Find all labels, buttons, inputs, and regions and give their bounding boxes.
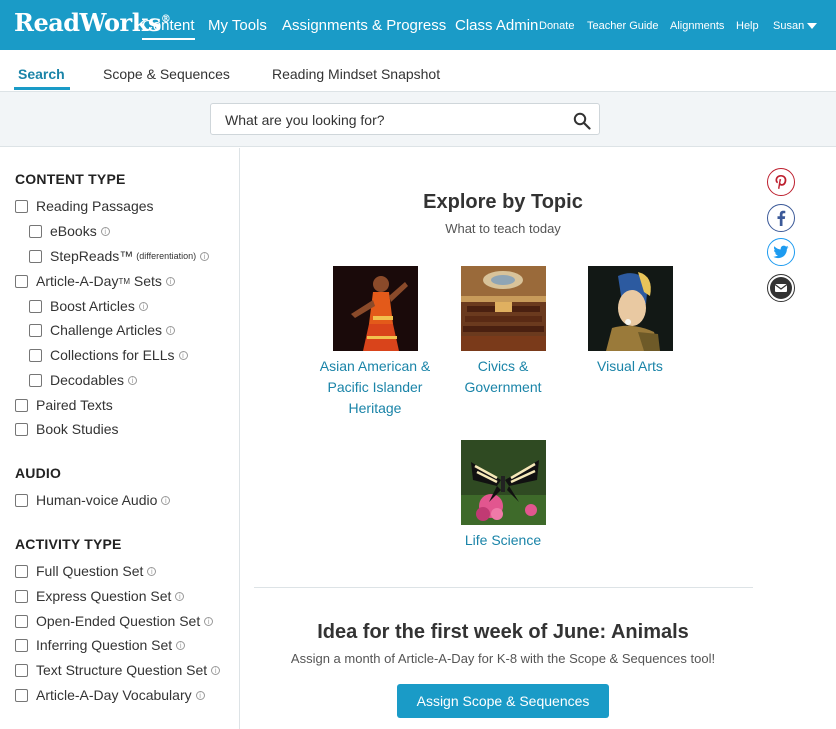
top-navigation-bar: ReadWorks® Content My Tools Assignments … [0,0,836,50]
explore-subtitle: What to teach today [445,221,561,236]
twitter-icon[interactable] [767,238,795,266]
info-icon[interactable]: i [200,251,210,261]
topic-civics-government[interactable]: Civics & Government [438,266,568,398]
audio-heading: AUDIO [15,465,62,481]
checkbox[interactable] [15,398,28,412]
idea-subtitle: Assign a month of Article-A-Day for K-8 … [290,651,716,666]
filter-article-a-day-vocabulary[interactable]: Article-A-Day Vocabulary i [15,687,205,703]
topic-life-science[interactable]: Life Science [438,440,568,551]
search-box [210,103,600,135]
checkbox[interactable] [15,614,28,628]
section-divider [254,587,753,588]
caret-down-icon [807,23,818,30]
filter-ebooks[interactable]: eBooks i [29,223,110,239]
filter-text-structure-question-set[interactable]: Text Structure Question Set i [15,662,221,678]
filter-article-a-day-sets[interactable]: Article-A-Day TM Sets i [15,273,175,289]
tab-search[interactable]: Search [18,66,65,82]
filter-reading-passages[interactable]: Reading Passages [15,198,154,214]
user-menu[interactable]: Susan [773,20,818,32]
nav-teacher-guide[interactable]: Teacher Guide [587,20,659,32]
activity-type-heading: ACTIVITY TYPE [15,536,122,552]
tab-scope-sequences[interactable]: Scope & Sequences [103,66,230,82]
nav-assignments-progress[interactable]: Assignments & Progress [282,17,446,34]
filter-collections-for-ells[interactable]: Collections for ELLs i [29,347,188,363]
info-icon[interactable]: i [195,690,205,700]
filter-inferring-question-set[interactable]: Inferring Question Set i [15,637,186,653]
filter-full-question-set[interactable]: Full Question Set i [15,563,157,579]
checkbox[interactable] [29,373,42,387]
search-input[interactable] [225,110,565,130]
tab-reading-mindset-snapshot[interactable]: Reading Mindset Snapshot [272,66,440,82]
sub-navigation: Search Scope & Sequences Reading Mindset… [0,50,836,92]
checkbox[interactable] [15,274,28,288]
nav-donate[interactable]: Donate [539,20,574,32]
search-band [0,92,836,147]
info-icon[interactable]: i [204,616,214,626]
checkbox[interactable] [15,199,28,213]
assign-scope-sequences-button[interactable]: Assign Scope & Sequences [397,684,609,718]
pinterest-icon[interactable] [767,168,795,196]
filter-human-voice-audio[interactable]: Human-voice Audio i [15,492,171,508]
info-icon[interactable]: i [100,226,110,236]
checkbox[interactable] [15,663,28,677]
info-icon[interactable]: i [166,325,176,335]
info-icon[interactable]: i [211,665,221,675]
facebook-icon[interactable] [767,204,795,232]
topic-label[interactable]: Life Science [438,530,568,551]
nav-help[interactable]: Help [736,20,759,32]
topic-visual-arts[interactable]: Visual Arts [565,266,695,377]
content-type-heading: CONTENT TYPE [15,171,126,187]
nav-my-tools[interactable]: My Tools [208,17,267,34]
nav-alignments[interactable]: Alignments [670,20,724,32]
topic-label[interactable]: Heritage [310,398,440,419]
checkbox[interactable] [15,493,28,507]
topic-label[interactable]: Civics & [438,356,568,377]
painting-portrait-image[interactable] [587,266,673,351]
email-icon[interactable] [767,274,795,302]
checkbox[interactable] [29,348,42,362]
topic-label[interactable]: Government [438,377,568,398]
info-icon[interactable]: i [127,375,137,385]
topic-label[interactable]: Pacific Islander [310,377,440,398]
info-icon[interactable]: i [147,566,157,576]
checkbox[interactable] [15,564,28,578]
filter-boost-articles[interactable]: Boost Articles i [29,298,148,314]
nav-class-admin[interactable]: Class Admin [455,17,538,34]
search-icon[interactable] [573,112,591,130]
checkbox[interactable] [29,299,42,313]
filter-decodables[interactable]: Decodables i [29,372,137,388]
checkbox[interactable] [15,422,28,436]
filter-book-studies[interactable]: Book Studies [15,421,119,437]
checkbox[interactable] [15,688,28,702]
checkbox[interactable] [29,323,42,337]
idea-title: Idea for the first week of June: Animals [317,621,689,643]
checkbox[interactable] [29,249,42,263]
filter-paired-texts[interactable]: Paired Texts [15,397,113,413]
butterfly-image[interactable] [460,440,546,525]
legislature-chamber-image[interactable] [460,266,546,351]
topic-label[interactable]: Visual Arts [565,356,695,377]
info-icon[interactable]: i [138,301,148,311]
filter-challenge-articles[interactable]: Challenge Articles i [29,322,176,338]
info-icon[interactable]: i [175,591,185,601]
topic-asian-american-heritage[interactable]: Asian American & Pacific Islander Herita… [310,266,440,419]
checkbox[interactable] [29,224,42,238]
info-icon[interactable]: i [176,640,186,650]
checkbox[interactable] [15,589,28,603]
info-icon[interactable]: i [161,495,171,505]
filter-express-question-set[interactable]: Express Question Set i [15,588,185,604]
checkbox[interactable] [15,638,28,652]
topic-label[interactable]: Asian American & [310,356,440,377]
explore-title: Explore by Topic [423,191,583,213]
user-name: Susan [773,20,805,32]
nav-content[interactable]: Content [142,17,195,40]
active-tab-indicator [14,87,70,90]
info-icon[interactable]: i [165,276,175,286]
info-icon[interactable]: i [178,350,188,360]
filter-open-ended-question-set[interactable]: Open-Ended Question Set i [15,613,214,629]
filter-stepreads[interactable]: StepReads™ (differentiation) i [29,248,210,264]
dancer-image[interactable] [332,266,418,351]
